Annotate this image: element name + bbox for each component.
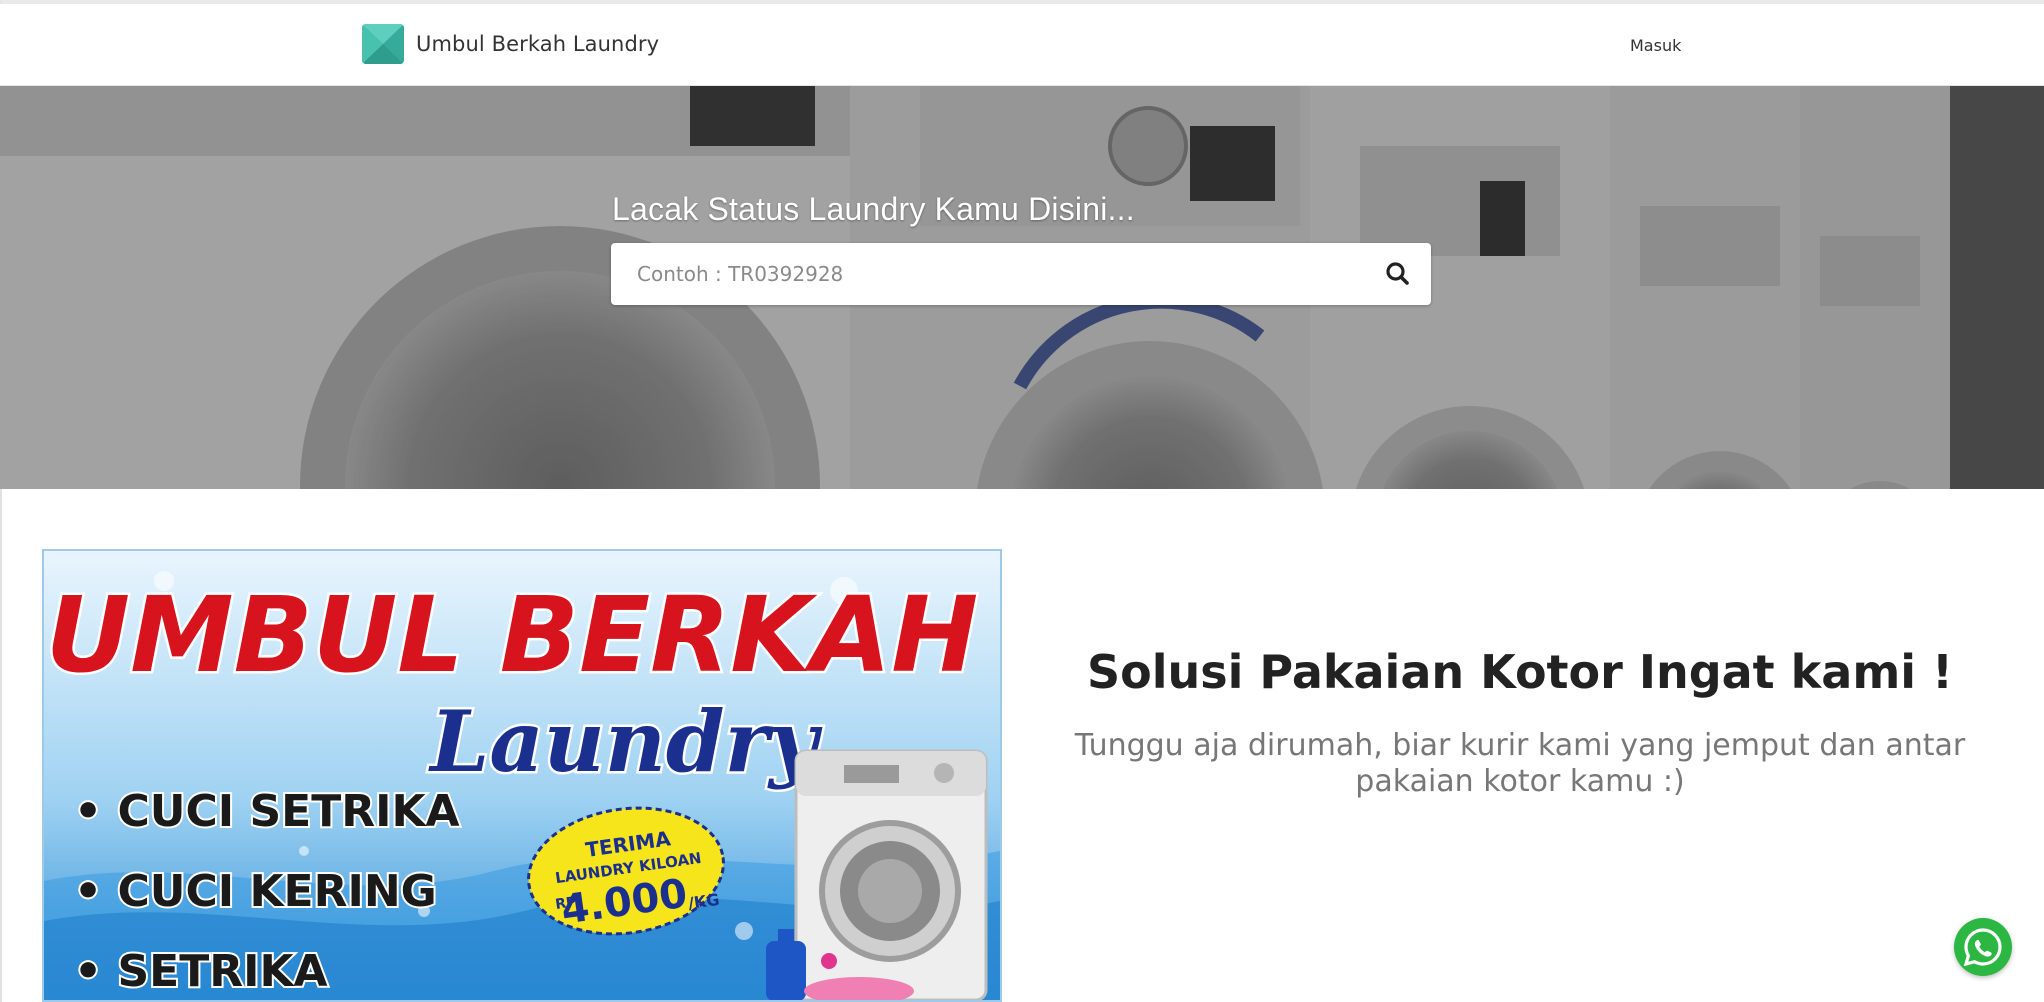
whatsapp-button[interactable] [1954,918,2012,976]
top-navbar: Umbul Berkah Laundry Masuk [0,4,2044,86]
section-headline: Solusi Pakaian Kotor Ingat kami ! [1086,645,1954,699]
promo-banner-image: UMBUL BERKAH Laundry • CUCI SETRIKA • CU… [42,549,1002,1002]
search-icon [1386,262,1409,285]
banner-service-2: • CUCI KERING [74,866,437,917]
tracking-search-input[interactable] [611,243,1351,305]
laundry-logo-icon [362,24,404,64]
banner-service-3: • SETRIKA [74,946,328,997]
brand-link[interactable]: Umbul Berkah Laundry [362,24,659,64]
search-button[interactable] [1383,259,1413,289]
whatsapp-icon [1963,928,2002,967]
tracking-search-box [611,243,1431,305]
banner-title-line2: Laundry [428,692,823,791]
brand-name: Umbul Berkah Laundry [416,32,660,56]
banner-title-line1: UMBUL BERKAH [46,574,979,696]
section-subtext: Tunggu aja dirumah, biar kurir kami yang… [1074,728,1966,799]
banner-service-1: • CUCI SETRIKA [74,786,460,837]
login-link[interactable]: Masuk [1630,36,1681,55]
hero-section: Lacak Status Laundry Kamu Disini... [0,86,2044,489]
hero-title: Lacak Status Laundry Kamu Disini... [612,191,1135,227]
